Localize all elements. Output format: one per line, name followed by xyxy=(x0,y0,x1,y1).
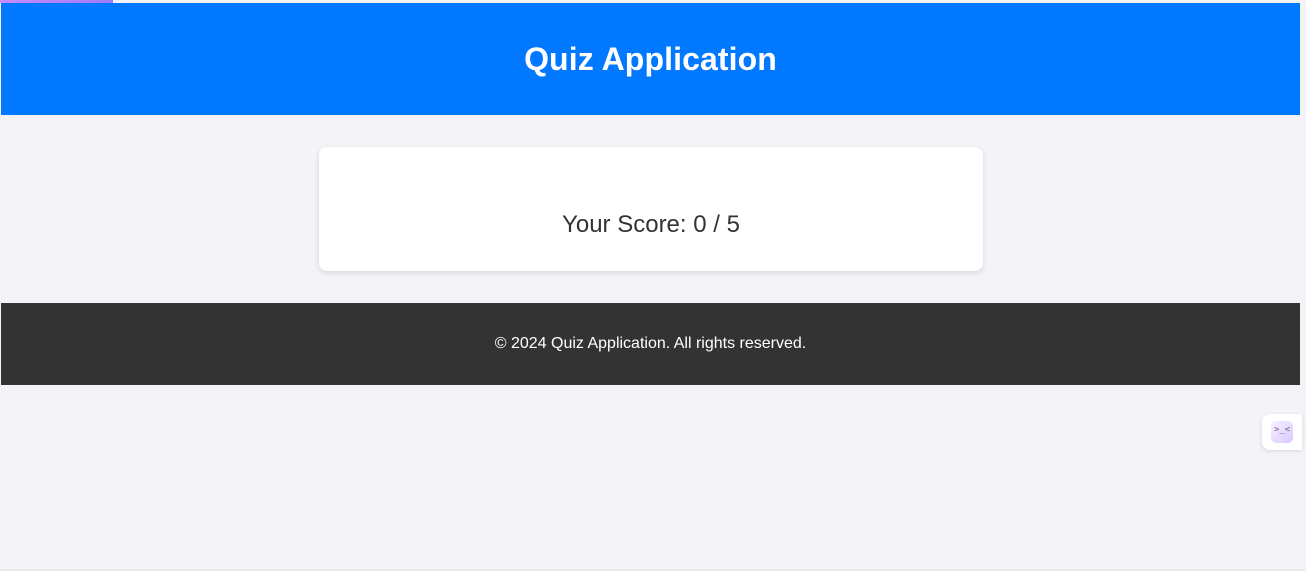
assistant-icon: >_< xyxy=(1271,421,1293,443)
page-title: Quiz Application xyxy=(524,40,777,77)
score-text: Your Score: 0 / 5 xyxy=(562,211,740,238)
copyright-text: © 2024 Quiz Application. All rights rese… xyxy=(494,335,807,352)
floating-assistant-button[interactable]: >_< xyxy=(1262,414,1302,450)
score-card: Your Score: 0 / 5 xyxy=(319,147,983,271)
app-header: Quiz Application xyxy=(1,3,1300,115)
page-footer: © 2024 Quiz Application. All rights rese… xyxy=(1,303,1300,385)
